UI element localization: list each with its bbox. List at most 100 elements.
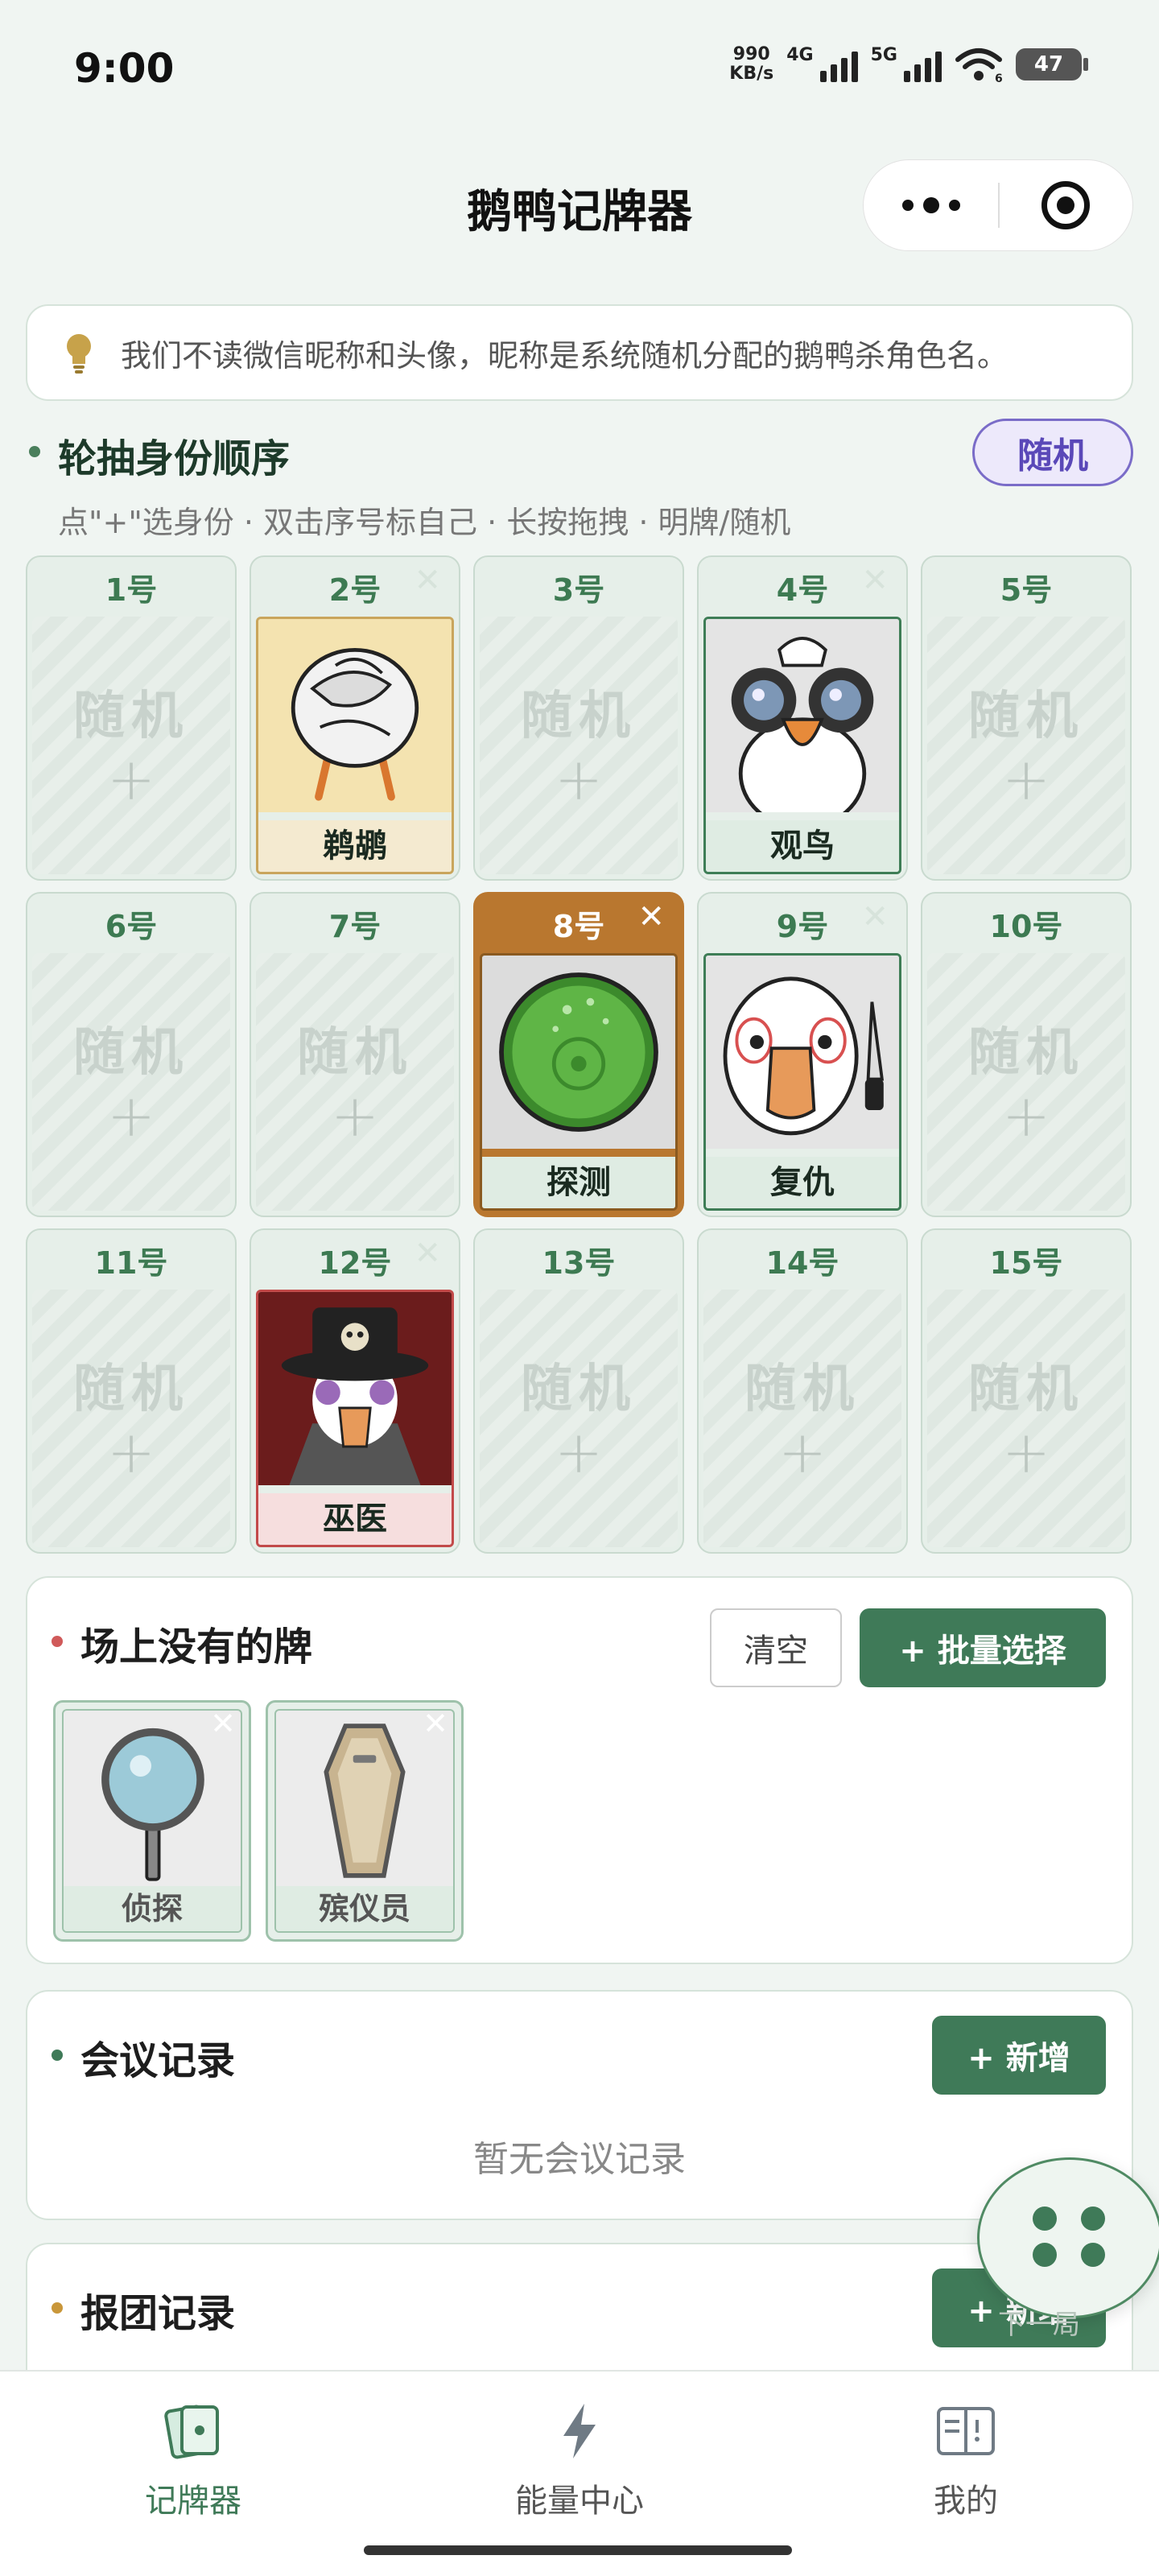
more-menu-button[interactable]: [864, 160, 998, 250]
next-round-fab[interactable]: [977, 2157, 1159, 2318]
random-label: 随机: [744, 1360, 860, 1419]
add-meeting-button[interactable]: + 新增: [932, 2016, 1106, 2095]
random-label: 随机: [968, 687, 1084, 746]
role-card-avenger[interactable]: 复仇: [703, 953, 901, 1211]
add-role-icon[interactable]: +: [256, 1082, 454, 1150]
status-time: 9:00: [74, 45, 175, 92]
random-mode-button[interactable]: 随机: [972, 419, 1133, 486]
seat-card-11[interactable]: 11号 随机 +: [26, 1228, 237, 1554]
add-role-icon[interactable]: +: [703, 1418, 901, 1486]
empty-slot[interactable]: 随机 +: [480, 617, 678, 874]
add-role-icon[interactable]: +: [927, 745, 1125, 813]
more-dot-icon: [948, 200, 960, 211]
book-icon: [937, 2407, 995, 2455]
role-card-birdwatcher[interactable]: 观鸟: [703, 617, 901, 874]
empty-slot[interactable]: 随机 +: [927, 1290, 1125, 1547]
empty-slot[interactable]: 随机 +: [256, 953, 454, 1211]
nav-tab-card-counter[interactable]: 记牌器: [72, 2399, 314, 2521]
add-role-icon[interactable]: +: [927, 1418, 1125, 1486]
seat-number[interactable]: 11号: [27, 1238, 235, 1282]
random-label: 随机: [73, 687, 189, 746]
random-label: 随机: [968, 1023, 1084, 1083]
home-indicator[interactable]: [364, 2545, 792, 2555]
remove-role-icon[interactable]: ✕: [861, 562, 889, 599]
role-name: 巫医: [258, 1493, 452, 1545]
seat-number[interactable]: 6号: [27, 902, 235, 946]
rotation-section-header: 轮抽身份顺序 随机: [29, 419, 1133, 486]
seat-card-1[interactable]: 1号 随机 +: [26, 555, 237, 881]
role-card-detector[interactable]: 探测: [480, 953, 678, 1211]
seat-number[interactable]: 10号: [922, 902, 1130, 946]
remove-role-icon[interactable]: ✕: [414, 1235, 441, 1272]
empty-slot[interactable]: 随机 +: [32, 953, 230, 1211]
seat-card-15[interactable]: 15号 随机 +: [921, 1228, 1132, 1554]
seat-number[interactable]: 5号: [922, 565, 1130, 609]
empty-slot[interactable]: 随机 +: [32, 617, 230, 874]
seat-number[interactable]: 15号: [922, 1238, 1130, 1282]
status-icons: 990 KB/s 4G 5G 6 47: [729, 44, 1088, 84]
add-role-icon[interactable]: +: [32, 745, 230, 813]
seat-number[interactable]: 14号: [699, 1238, 906, 1282]
seat-card-14[interactable]: 14号 随机 +: [697, 1228, 908, 1554]
section-dot: [52, 1636, 63, 1647]
add-role-icon[interactable]: +: [480, 1418, 678, 1486]
seat-number[interactable]: 13号: [475, 1238, 683, 1282]
seat-card-7[interactable]: 7号 随机 +: [250, 892, 460, 1217]
empty-slot[interactable]: 随机 +: [927, 617, 1125, 874]
remove-role-icon[interactable]: ✕: [637, 898, 665, 935]
pelican-icon: [258, 619, 452, 812]
seat-card-13[interactable]: 13号 随机 +: [473, 1228, 684, 1554]
role-card-pelican[interactable]: 鹈鹕: [256, 617, 454, 874]
nav-label: 记牌器: [145, 2483, 241, 2520]
empty-slot[interactable]: 随机 +: [32, 1290, 230, 1547]
nav-tab-mine[interactable]: 我的: [845, 2399, 1087, 2521]
absent-card-undertaker[interactable]: 殡仪员 ✕: [266, 1700, 464, 1942]
seat-number[interactable]: 7号: [251, 902, 459, 946]
empty-slot[interactable]: 随机 +: [703, 1290, 901, 1547]
seat-number[interactable]: 3号: [475, 565, 683, 609]
seat-card-6[interactable]: 6号 随机 +: [26, 892, 237, 1217]
add-role-icon[interactable]: +: [32, 1082, 230, 1150]
seat-card-5[interactable]: 5号 随机 +: [921, 555, 1132, 881]
remove-role-icon[interactable]: ✕: [414, 562, 441, 599]
clear-button[interactable]: 清空: [710, 1608, 842, 1687]
role-name: 鹈鹕: [258, 820, 452, 872]
notice-text: 我们不读微信昵称和头像，昵称是系统随机分配的鹅鸭杀角色名。: [121, 337, 1008, 374]
card-art-frame: 侦探: [62, 1709, 242, 1933]
close-miniprogram-button[interactable]: [1000, 160, 1132, 250]
add-role-icon[interactable]: +: [927, 1082, 1125, 1150]
seat-card-4[interactable]: 4号 ✕ 观鸟: [697, 555, 908, 881]
lightning-icon: [563, 2404, 596, 2458]
seat-card-9[interactable]: 9号 ✕ 复仇: [697, 892, 908, 1217]
remove-card-icon[interactable]: ✕: [210, 1706, 236, 1741]
add-role-icon[interactable]: +: [480, 745, 678, 813]
seat-card-2[interactable]: 2号 ✕ 鹈鹕: [250, 555, 460, 881]
network-speed-unit: KB/s: [729, 64, 774, 84]
empty-slot[interactable]: 随机 +: [480, 1290, 678, 1547]
more-dot-icon: [901, 200, 914, 211]
seat-card-3[interactable]: 3号 随机 +: [473, 555, 684, 881]
random-label: 随机: [521, 687, 637, 746]
miniprogram-capsule: [863, 159, 1133, 251]
network-speed-value: 990: [732, 44, 770, 64]
binoculars-goose-icon: [706, 619, 899, 812]
add-role-icon[interactable]: +: [32, 1418, 230, 1486]
meeting-records-panel: 会议记录 + 新增 暂无会议记录: [26, 1990, 1133, 2220]
section-dot: [29, 446, 40, 457]
signal-icon-sim2: [904, 47, 942, 82]
nav-tab-energy-center[interactable]: 能量中心: [459, 2399, 700, 2521]
remove-card-icon[interactable]: ✕: [423, 1706, 448, 1741]
batch-select-button[interactable]: + 批量选择: [860, 1608, 1106, 1687]
absent-card-detective[interactable]: 侦探 ✕: [53, 1700, 251, 1942]
seat-number[interactable]: 1号: [27, 565, 235, 609]
next-round-label[interactable]: 下一局: [998, 2302, 1080, 2342]
role-card-witch-doctor[interactable]: 巫医: [256, 1290, 454, 1547]
knife-goose-icon: [706, 956, 899, 1149]
radar-icon: [482, 956, 675, 1149]
remove-role-icon[interactable]: ✕: [861, 898, 889, 935]
seat-card-10[interactable]: 10号 随机 +: [921, 892, 1132, 1217]
empty-slot[interactable]: 随机 +: [927, 953, 1125, 1211]
seat-card-12[interactable]: 12号 ✕ 巫医: [250, 1228, 460, 1554]
absent-cards-title: 场上没有的牌: [80, 1624, 313, 1670]
seat-card-8-selected[interactable]: 8号 ✕ 探测: [473, 892, 684, 1217]
